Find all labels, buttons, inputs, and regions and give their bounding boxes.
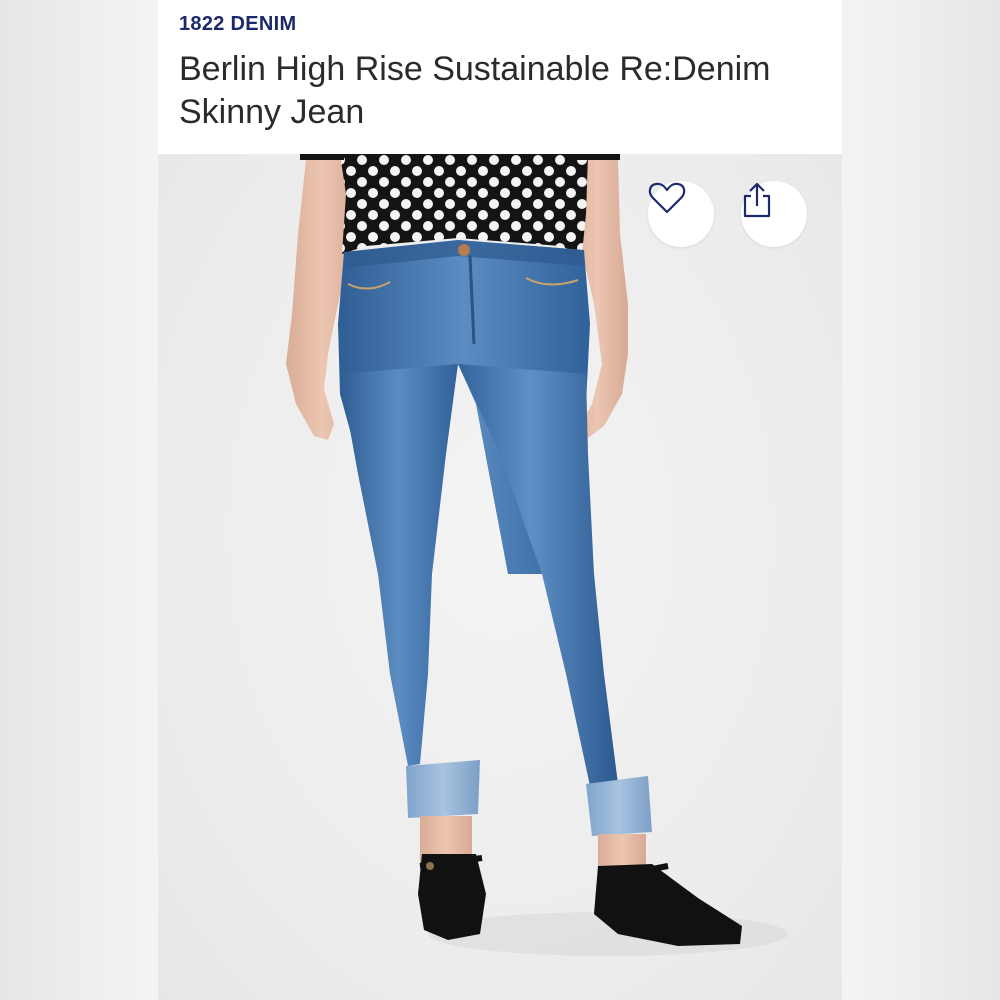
favorite-button[interactable] bbox=[648, 181, 714, 247]
product-header: 1822 DENIM Berlin High Rise Sustainable … bbox=[158, 0, 842, 154]
share-icon bbox=[743, 182, 771, 218]
product-card: 1822 DENIM Berlin High Rise Sustainable … bbox=[158, 0, 842, 1000]
share-button[interactable] bbox=[741, 181, 807, 247]
right-backdrop bbox=[842, 0, 1000, 1000]
product-image[interactable] bbox=[158, 154, 842, 1000]
product-photo-illustration bbox=[286, 154, 788, 956]
heart-icon bbox=[648, 182, 686, 214]
brand-link[interactable]: 1822 DENIM bbox=[179, 13, 297, 36]
product-title: Berlin High Rise Sustainable Re:Denim Sk… bbox=[179, 50, 771, 131]
left-backdrop bbox=[0, 0, 158, 1000]
